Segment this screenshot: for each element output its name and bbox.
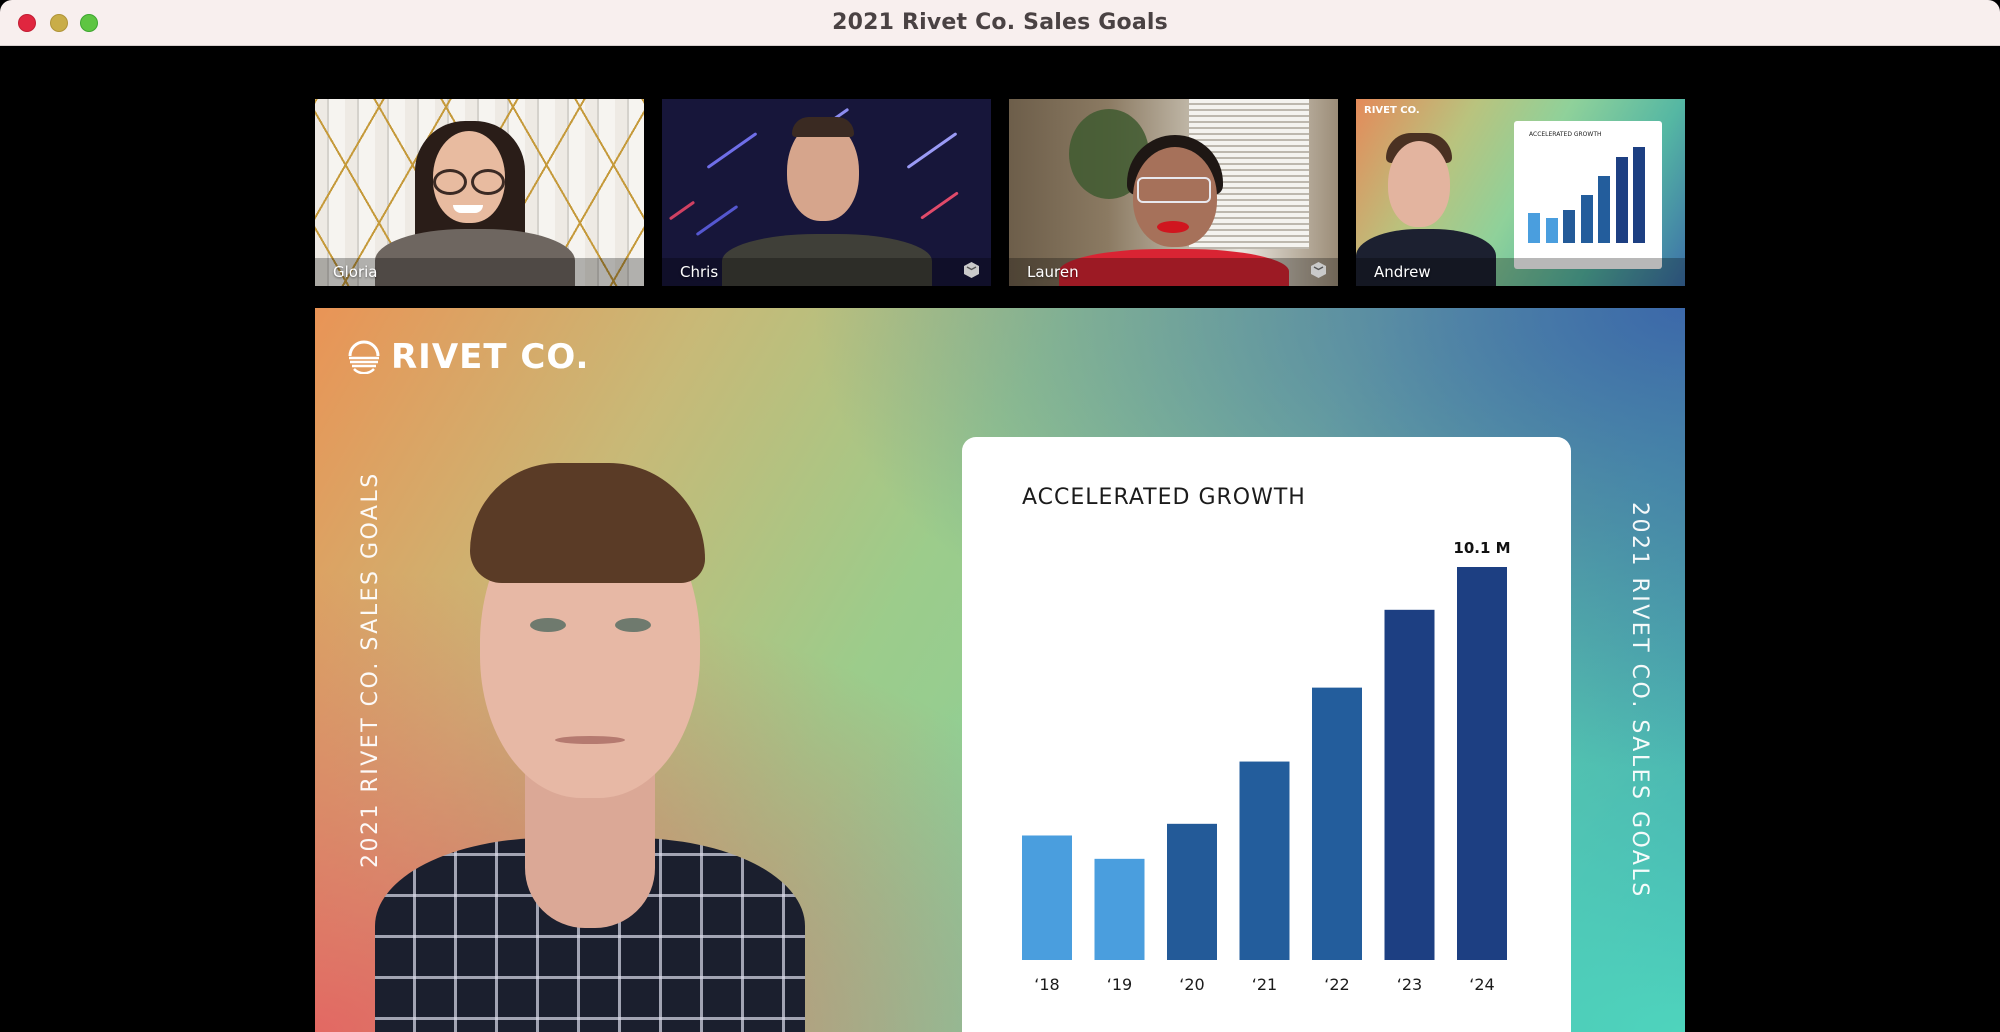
mini-bar-6: [1633, 147, 1645, 243]
participant-tile-andrew[interactable]: RIVET CO. ACCELERATED GROWTH Andrew: [1356, 99, 1685, 286]
mini-bar-0: [1528, 212, 1540, 243]
chart-card: ACCELERATED GROWTH ‘18 ‘19 ‘20 ‘21 ‘22 ‘23 ‘24…: [962, 437, 1571, 1032]
mini-bar-3: [1580, 194, 1593, 243]
x-tick-label: ‘23: [1397, 975, 1422, 994]
presentation-view: RIVET CO. 2021 RIVET CO. SALES GOALS 202…: [315, 308, 1685, 1032]
x-tick-label: ‘21: [1252, 975, 1277, 994]
data-label: 10.1 M: [1453, 539, 1510, 557]
x-tick-label: ‘20: [1179, 975, 1204, 994]
bar-2: [1167, 823, 1217, 960]
sunset-logo-icon: [348, 340, 380, 374]
presenter-hair: [470, 463, 705, 583]
presenter-video: [375, 418, 995, 1032]
bar-3: [1239, 761, 1290, 960]
muted-mic-icon: [1311, 262, 1326, 278]
side-caption-right: 2021 RIVET CO. SALES GOALS: [1627, 502, 1652, 899]
participant-tile-lauren[interactable]: Lauren: [1009, 99, 1338, 286]
x-tick-label: ‘24: [1469, 975, 1494, 994]
presenter-left-eye: [530, 618, 566, 632]
participant-name: Andrew: [1374, 263, 1431, 281]
presenter-mouth: [555, 736, 625, 744]
bar-4: [1312, 687, 1362, 960]
brand-name: RIVET CO.: [391, 337, 590, 377]
bar-6: [1457, 567, 1507, 960]
x-tick-label: ‘22: [1324, 975, 1349, 994]
bar-1: [1094, 858, 1145, 960]
bar-chart: ‘18 ‘19 ‘20 ‘21 ‘22 ‘23 ‘24 10.1 M: [1022, 539, 1511, 994]
mini-bar-1: [1545, 218, 1558, 243]
muted-mic-icon: [964, 262, 979, 278]
x-tick-label: ‘19: [1107, 975, 1132, 994]
brand-logo: RIVET CO.: [347, 337, 589, 377]
window-title: 2021 Rivet Co. Sales Goals: [832, 10, 1168, 35]
mini-bar-5: [1615, 157, 1628, 243]
mini-chart-title: ACCELERATED GROWTH: [1529, 131, 1602, 138]
participant-name: Chris: [680, 263, 719, 281]
x-tick-label: ‘18: [1034, 975, 1059, 994]
participant-name: Lauren: [1027, 263, 1079, 281]
participant-tile-gloria[interactable]: Gloria: [315, 99, 644, 286]
window-titlebar: 2021 Rivet Co. Sales Goals: [0, 0, 2000, 46]
presenter-right-eye: [615, 618, 651, 632]
participant-name: Gloria: [333, 263, 378, 281]
meeting-stage: Gloria Chris Lauren RIVET CO. ACCELERATE…: [0, 46, 2000, 1032]
mini-chart-card: ACCELERATED GROWTH: [1514, 121, 1662, 269]
mini-brand-logo: RIVET CO.: [1364, 105, 1420, 116]
bar-0: [1022, 835, 1072, 960]
bar-5: [1384, 609, 1435, 960]
mini-bar-2: [1563, 209, 1575, 243]
participant-tile-chris[interactable]: Chris: [662, 99, 991, 286]
mini-bar-4: [1598, 176, 1610, 243]
